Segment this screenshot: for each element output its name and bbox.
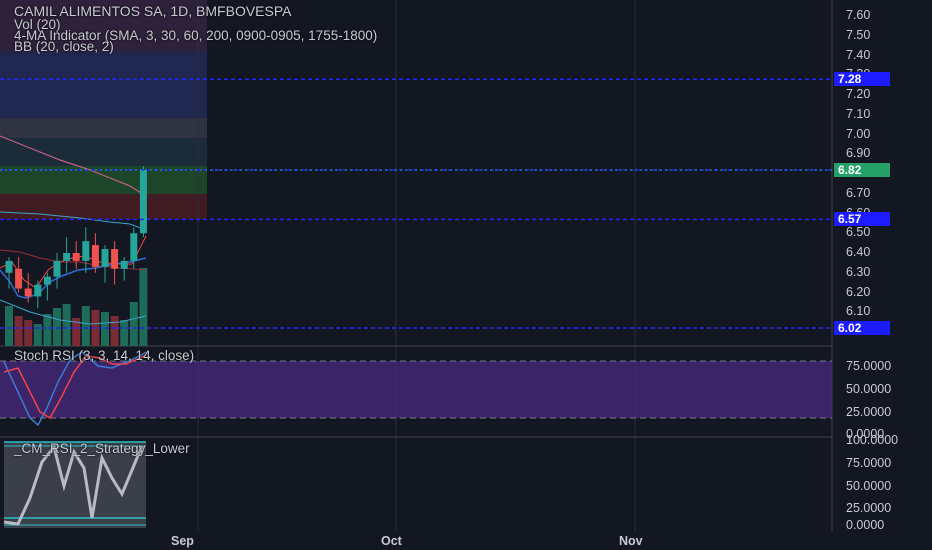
candle-body: [120, 260, 128, 269]
rsi-axis-75: 75.0000: [846, 456, 892, 470]
price-level-badge[interactable]: 7.28: [834, 72, 890, 87]
price-tick: 6.70: [846, 185, 871, 200]
volume-bar: [139, 268, 148, 346]
candle-body: [139, 170, 147, 234]
candle-body: [82, 241, 90, 261]
volume-bar: [24, 320, 33, 346]
stop-zone: [0, 194, 207, 219]
price-tick: 6.90: [846, 146, 871, 161]
candle-body: [34, 284, 42, 297]
volume-bar: [110, 316, 119, 346]
price-level-badge[interactable]: 6.57: [834, 212, 890, 227]
price-tick: 6.20: [846, 284, 871, 299]
volume-bar: [129, 302, 138, 346]
price-tick: 7.20: [846, 87, 871, 101]
price-tick: 6.30: [846, 264, 871, 279]
volume-bar: [81, 306, 90, 346]
price-level-badge[interactable]: 6.02: [834, 321, 890, 336]
stoch-band: [0, 361, 832, 418]
volume-bar: [62, 304, 71, 346]
volume-bar: [53, 308, 61, 346]
candle-body: [15, 268, 23, 289]
candle-body: [91, 245, 99, 267]
rsi-axis-50: 50.0000: [846, 479, 892, 493]
candle-body: [63, 253, 71, 261]
volume-bar: [43, 314, 52, 346]
price-tick: 7.00: [846, 126, 871, 141]
candle-body: [72, 253, 80, 261]
price-tick: 7.10: [846, 106, 871, 121]
stoch-rsi-title[interactable]: Stoch RSI (3, 3, 14, 14, close): [14, 348, 194, 363]
stoch-axis-25: 25.0000: [846, 405, 892, 419]
stoch-axis-75: 75.0000: [846, 359, 892, 373]
volume-bar: [120, 320, 129, 346]
price-tick: 6.10: [846, 304, 871, 319]
price-tick: 6.40: [846, 245, 871, 259]
price-tick: 7.40: [846, 47, 871, 62]
neutral-zone: [0, 118, 207, 138]
candle-body: [130, 233, 138, 261]
volume-bars: [5, 268, 148, 346]
candle-body: [53, 260, 61, 277]
time-axis-oct[interactable]: Oct: [381, 534, 402, 548]
price-tick: 7.60: [846, 8, 871, 22]
candle-body: [111, 249, 119, 269]
candle-body: [43, 276, 51, 285]
time-axis-sep[interactable]: Sep: [171, 534, 194, 548]
candle-body: [24, 288, 32, 297]
rsi-axis-25: 25.0000: [846, 501, 892, 515]
indicator-bb-label[interactable]: BB (20, close, 2): [14, 39, 114, 54]
price-level-badge[interactable]: 6.82: [834, 163, 890, 178]
price-tick: 6.50: [846, 225, 871, 240]
rsi-axis-100: 100.0000: [846, 433, 899, 447]
rsi-strategy-title[interactable]: _CM_RSI_2_Strategy_Lower: [14, 441, 190, 456]
rsi-axis-0: 0.0000: [846, 518, 885, 532]
stoch-axis-50: 50.0000: [846, 382, 892, 396]
chart-canvas[interactable]: [0, 0, 932, 550]
candle-body: [101, 249, 109, 267]
volume-bar: [14, 316, 23, 346]
mid-zone: [0, 138, 207, 166]
volume-bar: [5, 306, 13, 346]
price-tick: 7.50: [846, 27, 871, 42]
volume-bar: [101, 312, 109, 346]
time-axis-nov[interactable]: Nov: [619, 534, 643, 548]
candle-body: [5, 260, 13, 273]
